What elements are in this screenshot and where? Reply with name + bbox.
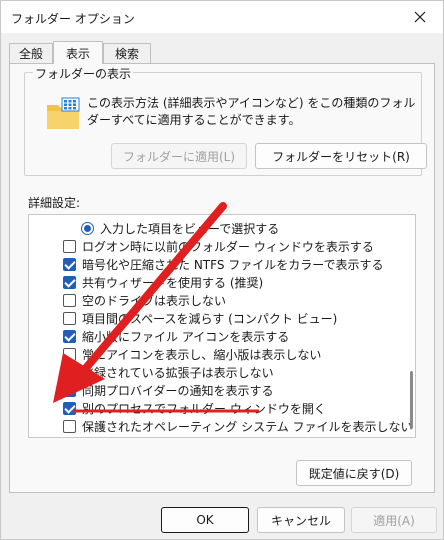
apply-to-folders-button[interactable]: フォルダーに適用(L) [111,143,247,169]
tab-view[interactable]: 表示 [53,41,103,64]
cancel-button[interactable]: キャンセル [257,507,345,533]
view-tab-panel: フォルダーの表示 この表示方法 (詳細表示やアイコンなど) をこの種類のフォルダ… [9,63,435,493]
list-item-hide-empty-drives[interactable]: 空のドライブは表示しない [63,291,415,309]
list-item-sync-notifications[interactable]: 同期プロバイダーの通知を表示する [63,381,415,399]
list-item-label: 項目間のスペースを減らす (コンパクト ビュー) [82,311,338,326]
folder-icon [47,97,80,129]
checkbox[interactable] [63,401,76,415]
apply-button[interactable]: 適用(A) [351,507,437,533]
list-item-compact-view[interactable]: 項目間のスペースを減らす (コンパクト ビュー) [63,309,415,327]
checkbox[interactable] [63,257,76,271]
list-item-sharing-wizard[interactable]: 共有ウィザードを使用する (推奨) [63,273,415,291]
list-item-hide-extensions[interactable]: 登録されている拡張子は表示しない [63,363,415,381]
list-item-label: 常にアイコンを表示し、縮小版は表示しない [82,347,322,362]
list-item-label: 別のプロセスでフォルダー ウィンドウを開く [82,401,326,416]
checkbox[interactable] [63,293,76,307]
tab-search[interactable]: 検索 [103,43,151,63]
advanced-settings-label: 詳細設定: [28,196,81,210]
scrollbar-thumb[interactable] [410,371,413,429]
checkbox[interactable] [63,275,76,289]
checkbox[interactable] [63,329,76,343]
checkbox[interactable] [63,383,76,397]
list-item-restore-windows[interactable]: ログオン時に以前のフォルダー ウィンドウを表示する [63,237,415,255]
checkbox[interactable] [63,347,76,361]
list-item-always-icons[interactable]: 常にアイコンを表示し、縮小版は表示しない [63,345,415,363]
list-item-label: ログオン時に以前のフォルダー ウィンドウを表示する [82,239,374,254]
list-item-label: 共有ウィザードを使用する (推奨) [82,275,264,290]
advanced-settings-list[interactable]: 入力した項目をビューで選択する ログオン時に以前のフォルダー ウィンドウを表示す… [28,214,416,438]
list-item-hide-protected-files[interactable]: 保護されたオペレーティング システム ファイルを表示しない (推奨) [63,417,416,435]
list-item-label: 登録されている拡張子は表示しない [82,365,274,380]
list-item-select-typed-item[interactable]: 入力した項目をビューで選択する [81,219,415,237]
checkbox[interactable] [63,365,76,379]
folder-views-description: この表示方法 (詳細表示やアイコンなど) をこの種類のフォルダーすべてに適用する… [87,96,416,127]
scrollbar[interactable] [409,221,413,433]
list-item-label: 保護されたオペレーティング システム ファイルを表示しない (推奨) [82,419,416,434]
list-item-thumbnail-icons[interactable]: 縮小版にファイル アイコンを表示する [63,327,415,345]
list-item-label: 暗号化や圧縮された NTFS ファイルをカラーで表示する [82,257,384,272]
folder-views-title: フォルダーの表示 [33,65,134,82]
list-item-color-ntfs[interactable]: 暗号化や圧縮された NTFS ファイルをカラーで表示する [63,255,415,273]
ok-button[interactable]: OK [161,507,249,533]
tab-general[interactable]: 全般 [9,43,53,63]
window-title: フォルダー オプション [11,12,135,26]
folder-options-dialog: フォルダー オプション 全般 表示 検索 フォルダーの表示 この表示方法 (詳細… [0,0,444,540]
checkbox[interactable] [63,419,76,433]
restore-defaults-button[interactable]: 既定値に戻す(D) [296,460,412,486]
title-bar: フォルダー オプション [1,1,443,33]
list-item-label: 縮小版にファイル アイコンを表示する [82,329,290,344]
close-button[interactable] [397,1,443,33]
list-item-label: 空のドライブは表示しない [82,293,227,308]
close-icon [414,11,426,23]
folder-views-group: フォルダーの表示 この表示方法 (詳細表示やアイコンなど) をこの種類のフォルダ… [24,65,427,176]
list-item-label: 入力した項目をビューで選択する [100,221,280,236]
list-item-label: 同期プロバイダーの通知を表示する [82,383,274,398]
checkbox[interactable] [63,311,76,325]
reset-folders-button[interactable]: フォルダーをリセット(R) [255,143,427,169]
checkbox[interactable] [63,239,76,253]
list-item-separate-process[interactable]: 別のプロセスでフォルダー ウィンドウを開く [63,399,415,417]
radio-button[interactable] [81,221,94,235]
